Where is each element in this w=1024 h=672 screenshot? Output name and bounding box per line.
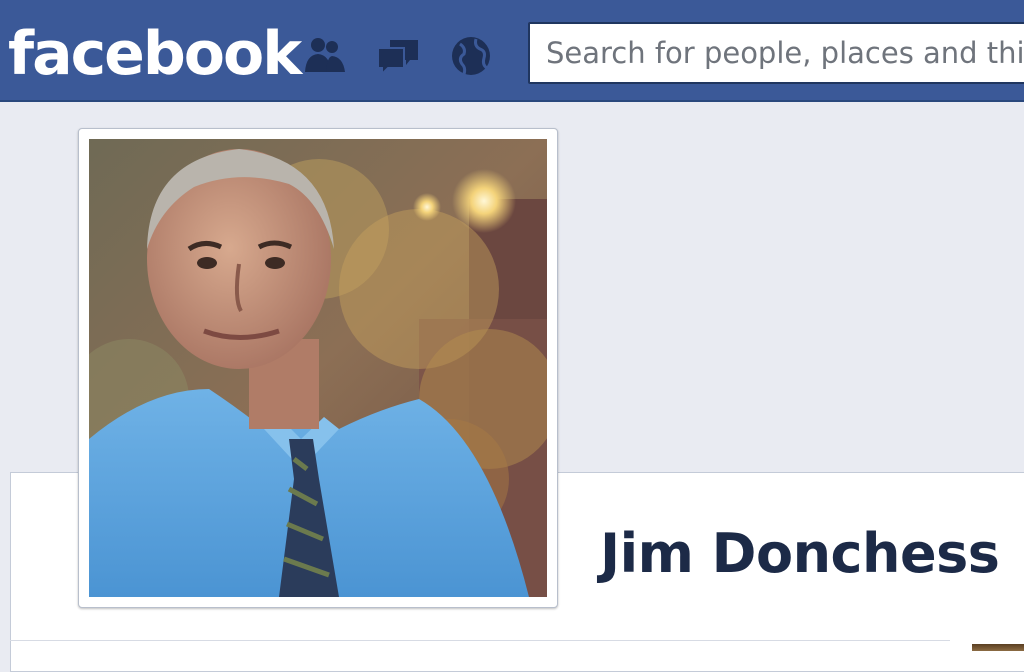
- profile-picture-frame[interactable]: [78, 128, 558, 608]
- search-box[interactable]: [528, 22, 1024, 84]
- profile-picture[interactable]: [89, 139, 547, 597]
- top-navigation-bar: facebook: [0, 0, 1024, 102]
- facebook-logo[interactable]: facebook: [8, 18, 302, 90]
- friend-requests-icon[interactable]: [300, 30, 350, 80]
- notifications-globe-icon[interactable]: [446, 30, 496, 80]
- profile-name[interactable]: Jim Donchess: [600, 522, 1000, 585]
- cover-thumbnail[interactable]: [972, 644, 1024, 651]
- search-input[interactable]: [530, 24, 1024, 82]
- messages-icon[interactable]: [374, 30, 424, 80]
- card-divider: [10, 640, 950, 641]
